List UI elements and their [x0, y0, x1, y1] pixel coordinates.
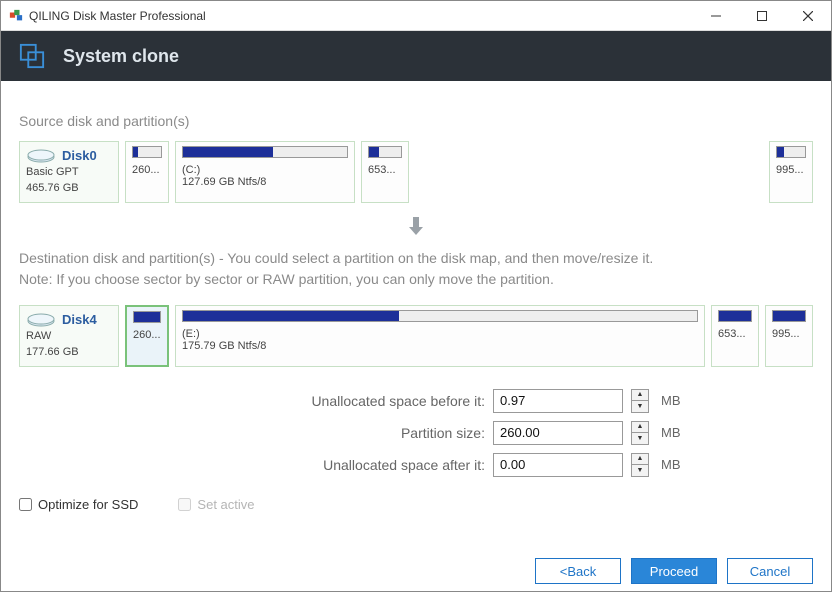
after-label: Unallocated space after it: [131, 457, 485, 473]
minimize-button[interactable] [693, 1, 739, 31]
disk-size: 465.76 GB [26, 181, 112, 195]
spinner-down-icon[interactable]: ▼ [632, 401, 648, 412]
cancel-button[interactable]: Cancel [727, 558, 813, 584]
dest-partition[interactable]: 653... [711, 305, 759, 367]
destination-text: Destination disk and partition(s) - You … [19, 248, 813, 291]
source-disk[interactable]: Disk0 Basic GPT 465.76 GB [19, 141, 119, 203]
partsize-label: Partition size: [131, 425, 485, 441]
before-spinner[interactable]: ▲▼ [631, 389, 649, 413]
source-disk-row: Disk0 Basic GPT 465.76 GB 260... (C:) 12… [19, 141, 813, 203]
close-button[interactable] [785, 1, 831, 31]
unit-label: MB [661, 457, 701, 472]
dest-disk[interactable]: Disk4 RAW 177.66 GB [19, 305, 119, 367]
back-button[interactable]: <Back [535, 558, 621, 584]
main-content: Source disk and partition(s) Disk0 Basic… [1, 81, 831, 549]
page-header: System clone [1, 31, 831, 81]
spinner-down-icon[interactable]: ▼ [632, 465, 648, 476]
partition-label: (E:) [182, 328, 698, 340]
set-active-label: Set active [197, 497, 254, 512]
spinner-down-icon[interactable]: ▼ [632, 433, 648, 444]
source-partition[interactable]: 260... [125, 141, 169, 203]
source-partition[interactable]: (C:) 127.69 GB Ntfs/8 [175, 141, 355, 203]
page-title: System clone [63, 46, 179, 67]
unit-label: MB [661, 393, 701, 408]
source-partition[interactable]: 653... [361, 141, 409, 203]
arrow-down-icon [19, 215, 813, 240]
source-label: Source disk and partition(s) [19, 113, 813, 129]
after-input[interactable] [493, 453, 623, 477]
disk-icon [26, 312, 56, 330]
disk-type: RAW [26, 329, 112, 343]
dest-disk-row: Disk4 RAW 177.66 GB 260... (E:) 175.79 G… [19, 305, 813, 367]
dest-partition[interactable]: (E:) 175.79 GB Ntfs/8 [175, 305, 705, 367]
partition-size: 260... [132, 164, 162, 176]
partition-size: 653... [368, 164, 402, 176]
partition-label: (C:) [182, 164, 348, 176]
options-row: Optimize for SSD Set active [19, 497, 813, 512]
window-titlebar: QILING Disk Master Professional [1, 1, 831, 31]
optimize-ssd-checkbox[interactable]: Optimize for SSD [19, 497, 138, 512]
optimize-ssd-input[interactable] [19, 498, 32, 511]
partition-size: 653... [718, 328, 752, 340]
unit-label: MB [661, 425, 701, 440]
disk-icon [26, 148, 56, 166]
partition-size: 995... [776, 164, 806, 176]
after-spinner[interactable]: ▲▼ [631, 453, 649, 477]
partition-size: 995... [772, 328, 806, 340]
partition-size: 260... [133, 329, 161, 341]
partsize-input[interactable] [493, 421, 623, 445]
disk-name: Disk0 [62, 148, 112, 163]
disk-name: Disk4 [62, 312, 112, 327]
maximize-button[interactable] [739, 1, 785, 31]
spinner-up-icon[interactable]: ▲ [632, 454, 648, 466]
system-clone-icon [19, 43, 45, 69]
dest-partition[interactable]: 260... [125, 305, 169, 367]
before-label: Unallocated space before it: [131, 393, 485, 409]
window-title: QILING Disk Master Professional [29, 9, 206, 23]
resize-form: Unallocated space before it: ▲▼ MB Parti… [131, 389, 701, 477]
optimize-ssd-label: Optimize for SSD [38, 497, 138, 512]
spinner-up-icon[interactable]: ▲ [632, 422, 648, 434]
spinner-up-icon[interactable]: ▲ [632, 390, 648, 402]
partition-size: 127.69 GB Ntfs/8 [182, 176, 348, 188]
source-partition[interactable]: 995... [769, 141, 813, 203]
dest-line1: Destination disk and partition(s) - You … [19, 248, 813, 270]
disk-size: 177.66 GB [26, 345, 112, 359]
partsize-spinner[interactable]: ▲▼ [631, 421, 649, 445]
partition-size: 175.79 GB Ntfs/8 [182, 340, 698, 352]
footer: <Back Proceed Cancel [1, 549, 831, 593]
disk-type: Basic GPT [26, 165, 112, 179]
dest-partition[interactable]: 995... [765, 305, 813, 367]
before-input[interactable] [493, 389, 623, 413]
dest-line2: Note: If you choose sector by sector or … [19, 269, 813, 291]
set-active-checkbox: Set active [178, 497, 254, 512]
app-icon [9, 9, 23, 23]
proceed-button[interactable]: Proceed [631, 558, 717, 584]
set-active-input [178, 498, 191, 511]
